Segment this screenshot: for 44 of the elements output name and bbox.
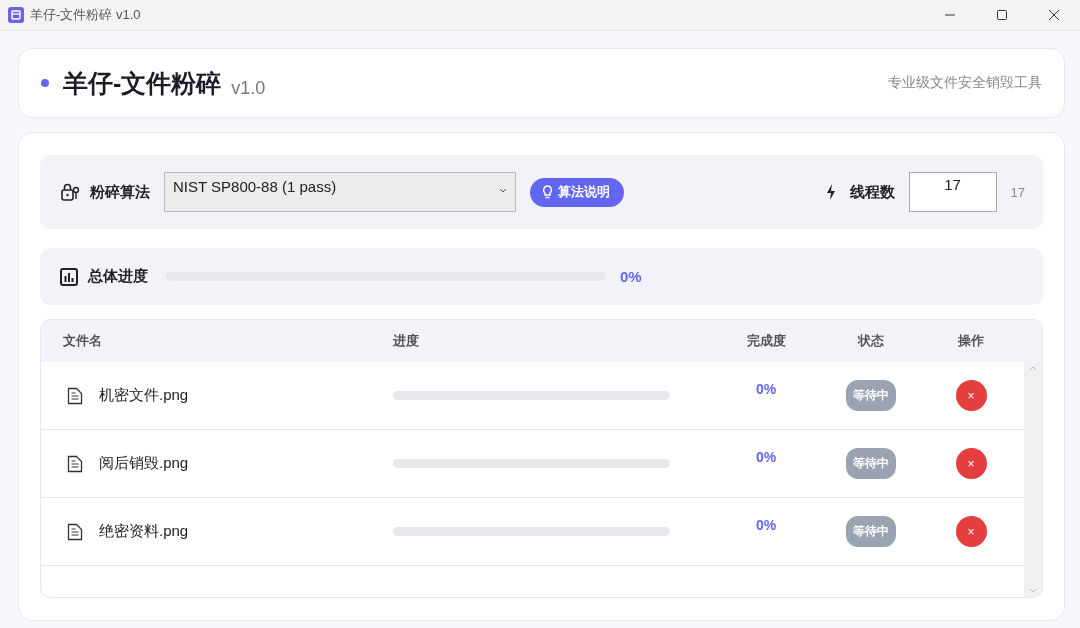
document-icon xyxy=(67,454,83,473)
lock-icon xyxy=(60,182,80,202)
status-badge: 等待中 xyxy=(846,516,896,547)
algorithm-info-button[interactable]: 算法说明 xyxy=(530,177,624,207)
file-name: 绝密资料.png xyxy=(99,522,189,541)
percent-label: 0% xyxy=(755,449,777,465)
file-name: 机密文件.png xyxy=(99,386,189,405)
threads-label: 线程数 xyxy=(849,182,895,202)
chevron-down-icon xyxy=(499,188,507,194)
status-badge: 等待中 xyxy=(846,380,896,411)
column-header: 操作 xyxy=(957,332,985,350)
delete-button[interactable]: × xyxy=(955,448,987,479)
subtitle: 专业级文件安全销毁工具 xyxy=(888,74,1042,92)
column-header: 完成度 xyxy=(745,332,787,350)
app-icon xyxy=(8,7,24,23)
document-icon xyxy=(67,522,83,541)
maximize-icon xyxy=(996,9,1008,21)
window-title: 羊仔-文件粉碎 v1.0 xyxy=(30,6,142,24)
document-icon xyxy=(67,386,83,405)
percent-label: 0% xyxy=(755,517,777,533)
column-header: 进度 xyxy=(392,332,420,350)
caret-up-icon[interactable] xyxy=(1029,366,1037,371)
caret-down-icon[interactable] xyxy=(1029,588,1037,593)
status-dot-icon xyxy=(41,79,49,87)
overall-progress-label: 总体进度 xyxy=(88,267,148,286)
threads-input[interactable]: 17 xyxy=(908,172,997,212)
close-icon xyxy=(1048,9,1060,21)
algorithm-label: 粉碎算法 xyxy=(90,182,150,202)
delete-button[interactable]: × xyxy=(955,516,987,547)
overall-percent: 0% xyxy=(620,268,642,285)
percent-label: 0% xyxy=(755,381,777,397)
lightbulb-icon xyxy=(542,185,553,199)
algorithm-dropdown[interactable]: NIST SP800-88 (1 pass) xyxy=(164,172,516,212)
threads-reading: 17 xyxy=(1010,184,1025,200)
status-badge: 等待中 xyxy=(846,448,896,479)
app-title: 羊仔-文件粉碎 xyxy=(63,67,222,99)
delete-button[interactable]: × xyxy=(955,380,987,411)
bar-chart-icon xyxy=(60,267,78,286)
column-header: 状态 xyxy=(856,332,885,350)
lightning-icon xyxy=(825,184,836,200)
scrollbar[interactable] xyxy=(1024,362,1042,597)
column-header: 文件名 xyxy=(62,332,103,350)
file-name: 阅后销毁.png xyxy=(99,454,189,473)
version-label: v1.0 xyxy=(231,77,266,99)
